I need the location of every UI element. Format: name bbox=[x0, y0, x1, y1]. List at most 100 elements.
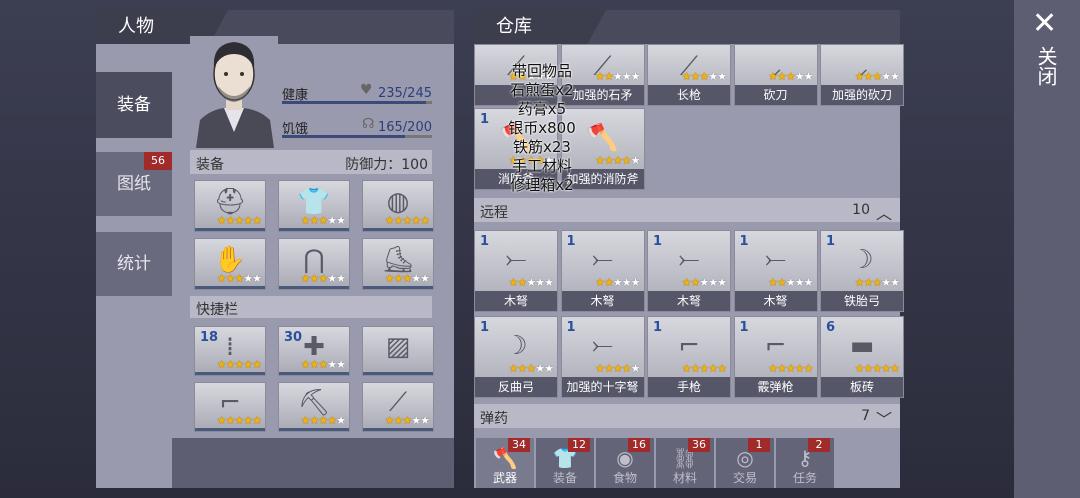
left-footer bbox=[172, 438, 454, 488]
storage-item[interactable]: ☽ 1 ★★★★★ 铁胎弓 bbox=[820, 230, 904, 312]
rarity-stars: ★★★★★ bbox=[300, 272, 346, 285]
rarity-stars: ★★★★★ bbox=[300, 214, 346, 227]
crossbow-icon: ⤚ bbox=[592, 244, 613, 275]
hotbar-slot[interactable]: ▨ bbox=[362, 326, 434, 376]
equip-slot[interactable]: ⛑ ★★★★★ bbox=[194, 180, 266, 232]
ammo-label: 弹药 bbox=[480, 411, 508, 427]
storage-item[interactable]: ☽ 1 ★★★★★ 反曲弓 bbox=[474, 316, 558, 398]
item-count: 1 bbox=[653, 320, 663, 335]
item-name: 加强的十字弩 bbox=[561, 377, 644, 397]
side-tab-stats[interactable]: 统计 bbox=[96, 232, 172, 296]
hunger-row: 饥饿 ☊ 165/200 bbox=[282, 110, 432, 138]
rarity-stars: ★★★★★ bbox=[300, 358, 346, 371]
character-portrait bbox=[190, 36, 278, 148]
category-tab-label: 食物 bbox=[612, 471, 637, 485]
rarity-stars: ★★★★★ bbox=[508, 362, 554, 375]
storage-item[interactable]: ⤚ 1 ★★★★★ 木弩 bbox=[560, 230, 645, 312]
category-tab-label: 材料 bbox=[672, 471, 697, 485]
category-tab[interactable]: 👕 装备 12 bbox=[536, 438, 594, 488]
category-tab-badge: 1 bbox=[748, 438, 770, 452]
rarity-stars: ★★★★★ bbox=[681, 362, 727, 375]
storage-item[interactable]: ⸝ ★★★★★ 加强的砍刀 bbox=[820, 44, 904, 106]
item-count: 1 bbox=[566, 234, 576, 249]
equip-slot[interactable]: ⋂ ★★★★★ bbox=[278, 238, 350, 290]
defense-value: 防御力：100 bbox=[345, 157, 428, 173]
shotgun-icon: ⌐ bbox=[764, 330, 787, 361]
hotbar-slot[interactable]: ⁞ 18 ★★★★★ bbox=[194, 326, 266, 376]
equipment-label: 装备 bbox=[196, 157, 224, 173]
ranged-header[interactable]: 远程 10 ︿ bbox=[474, 198, 900, 224]
storage-item[interactable]: ⌐ 1 ★★★★★ 手枪 bbox=[647, 316, 731, 398]
vest-icon: 👕 bbox=[297, 187, 331, 217]
overlay-line: 银币x800 bbox=[508, 119, 576, 137]
equip-slot[interactable]: ✋ ★★★★★ bbox=[194, 238, 266, 290]
equip-slot[interactable]: ◍ ★★★★★ bbox=[362, 180, 434, 232]
rarity-stars: ★★★★★ bbox=[384, 214, 430, 227]
item-name: 木弩 bbox=[648, 291, 730, 311]
item-count: 6 bbox=[826, 320, 836, 335]
rarity-stars: ★★★★★ bbox=[854, 362, 900, 375]
helmet-icon: ⛑ bbox=[213, 187, 247, 217]
overlay-line: 修理箱x2 bbox=[510, 176, 574, 194]
gloves-icon: ✋ bbox=[213, 245, 247, 275]
item-name: 木弩 bbox=[561, 291, 644, 311]
storage-item[interactable]: ⤚ 1 ★★★★★ 木弩 bbox=[474, 230, 558, 312]
category-tab[interactable]: ◉ 食物 16 bbox=[596, 438, 654, 488]
rarity-stars: ★★★★★ bbox=[595, 154, 640, 167]
hotbar-slot[interactable]: ⟋ ★★★★★ bbox=[362, 382, 434, 432]
item-name: 木弩 bbox=[734, 291, 817, 311]
category-tab-label: 任务 bbox=[792, 471, 817, 485]
storage-item[interactable]: ⤚ 1 ★★★★★ 木弩 bbox=[647, 230, 731, 312]
boots-icon: ⛸ bbox=[381, 245, 415, 275]
bow-icon: ☽ bbox=[850, 244, 874, 275]
close-label: 关闭 bbox=[1034, 46, 1058, 86]
item-count: 18 bbox=[200, 330, 219, 345]
pistol-icon: ⌐ bbox=[678, 330, 700, 361]
blueprint-badge: 56 bbox=[144, 152, 172, 170]
category-tab[interactable]: 🪓 武器 34 bbox=[476, 438, 534, 488]
item-count: 30 bbox=[284, 330, 303, 345]
pants-icon: ⋂ bbox=[303, 245, 325, 275]
storage-item[interactable]: ⌐ 1 ★★★★★ 霰弹枪 bbox=[733, 316, 818, 398]
rarity-stars: ★★★★★ bbox=[595, 276, 640, 289]
storage-item[interactable]: ⤚ 1 ★★★★★ 加强的十字弩 bbox=[560, 316, 645, 398]
hotbar-label: 快捷栏 bbox=[196, 302, 238, 318]
rarity-stars: ★★★★★ bbox=[854, 276, 900, 289]
rarity-stars: ★★★★★ bbox=[768, 362, 813, 375]
brick-icon: ▬ bbox=[849, 330, 875, 361]
overlay-line: 石煎蛋x2 bbox=[510, 81, 574, 99]
hotbar-slot[interactable]: ⛏ ★★★★★ bbox=[278, 382, 350, 432]
ammo-header[interactable]: 弹药 7 ﹀ bbox=[474, 404, 900, 430]
storage-item[interactable]: ⸝ ★★★★★ 砍刀 bbox=[733, 44, 818, 106]
hotbar-slot[interactable]: ⌐ ★★★★★ bbox=[194, 382, 266, 432]
storage-title: 仓库 bbox=[496, 16, 532, 37]
crossbow-icon: ⤚ bbox=[505, 244, 527, 275]
side-tab-label: 统计 bbox=[117, 254, 151, 274]
storage-item[interactable]: ⤚ 1 ★★★★★ 木弩 bbox=[733, 230, 818, 312]
equipment-header: 装备 防御力：100 bbox=[190, 150, 432, 174]
bow-icon: ☽ bbox=[504, 330, 528, 361]
rarity-stars: ★★★★★ bbox=[854, 70, 900, 83]
rarity-stars: ★★★★★ bbox=[216, 414, 262, 427]
equip-slot[interactable]: ⛸ ★★★★★ bbox=[362, 238, 434, 290]
equip-slot[interactable]: 👕 ★★★★★ bbox=[278, 180, 350, 232]
chevron-up-icon[interactable]: ︿ bbox=[876, 200, 892, 224]
chevron-down-icon[interactable]: ﹀ bbox=[876, 406, 892, 430]
side-tab-blueprints[interactable]: 图纸 56 bbox=[96, 152, 172, 216]
locked-slot-icon: ▨ bbox=[385, 332, 411, 363]
ammo-count: 7 bbox=[861, 408, 870, 424]
rarity-stars: ★★★★★ bbox=[768, 70, 813, 83]
storage-item[interactable]: ⟋ ★★★★★ 长枪 bbox=[647, 44, 731, 106]
category-tab[interactable]: ⛓ 材料 36 bbox=[656, 438, 714, 488]
close-button[interactable]: ✕ 关闭 bbox=[1014, 0, 1080, 110]
item-name: 霰弹枪 bbox=[734, 377, 817, 397]
category-tab-badge: 16 bbox=[628, 438, 650, 452]
storage-item[interactable]: ▬ 6 ★★★★★ 板砖 bbox=[820, 316, 904, 398]
side-tab-equipment[interactable]: 装备 bbox=[96, 72, 172, 138]
hotbar-slot[interactable]: ✚ 30 ★★★★★ bbox=[278, 326, 350, 376]
side-tab-label: 图纸 bbox=[117, 174, 151, 194]
category-tab[interactable]: ◎ 交易 1 bbox=[716, 438, 774, 488]
close-icon: ✕ bbox=[1032, 6, 1058, 41]
category-tab[interactable]: ⚷ 任务 2 bbox=[776, 438, 834, 488]
rarity-stars: ★★★★★ bbox=[595, 70, 640, 83]
